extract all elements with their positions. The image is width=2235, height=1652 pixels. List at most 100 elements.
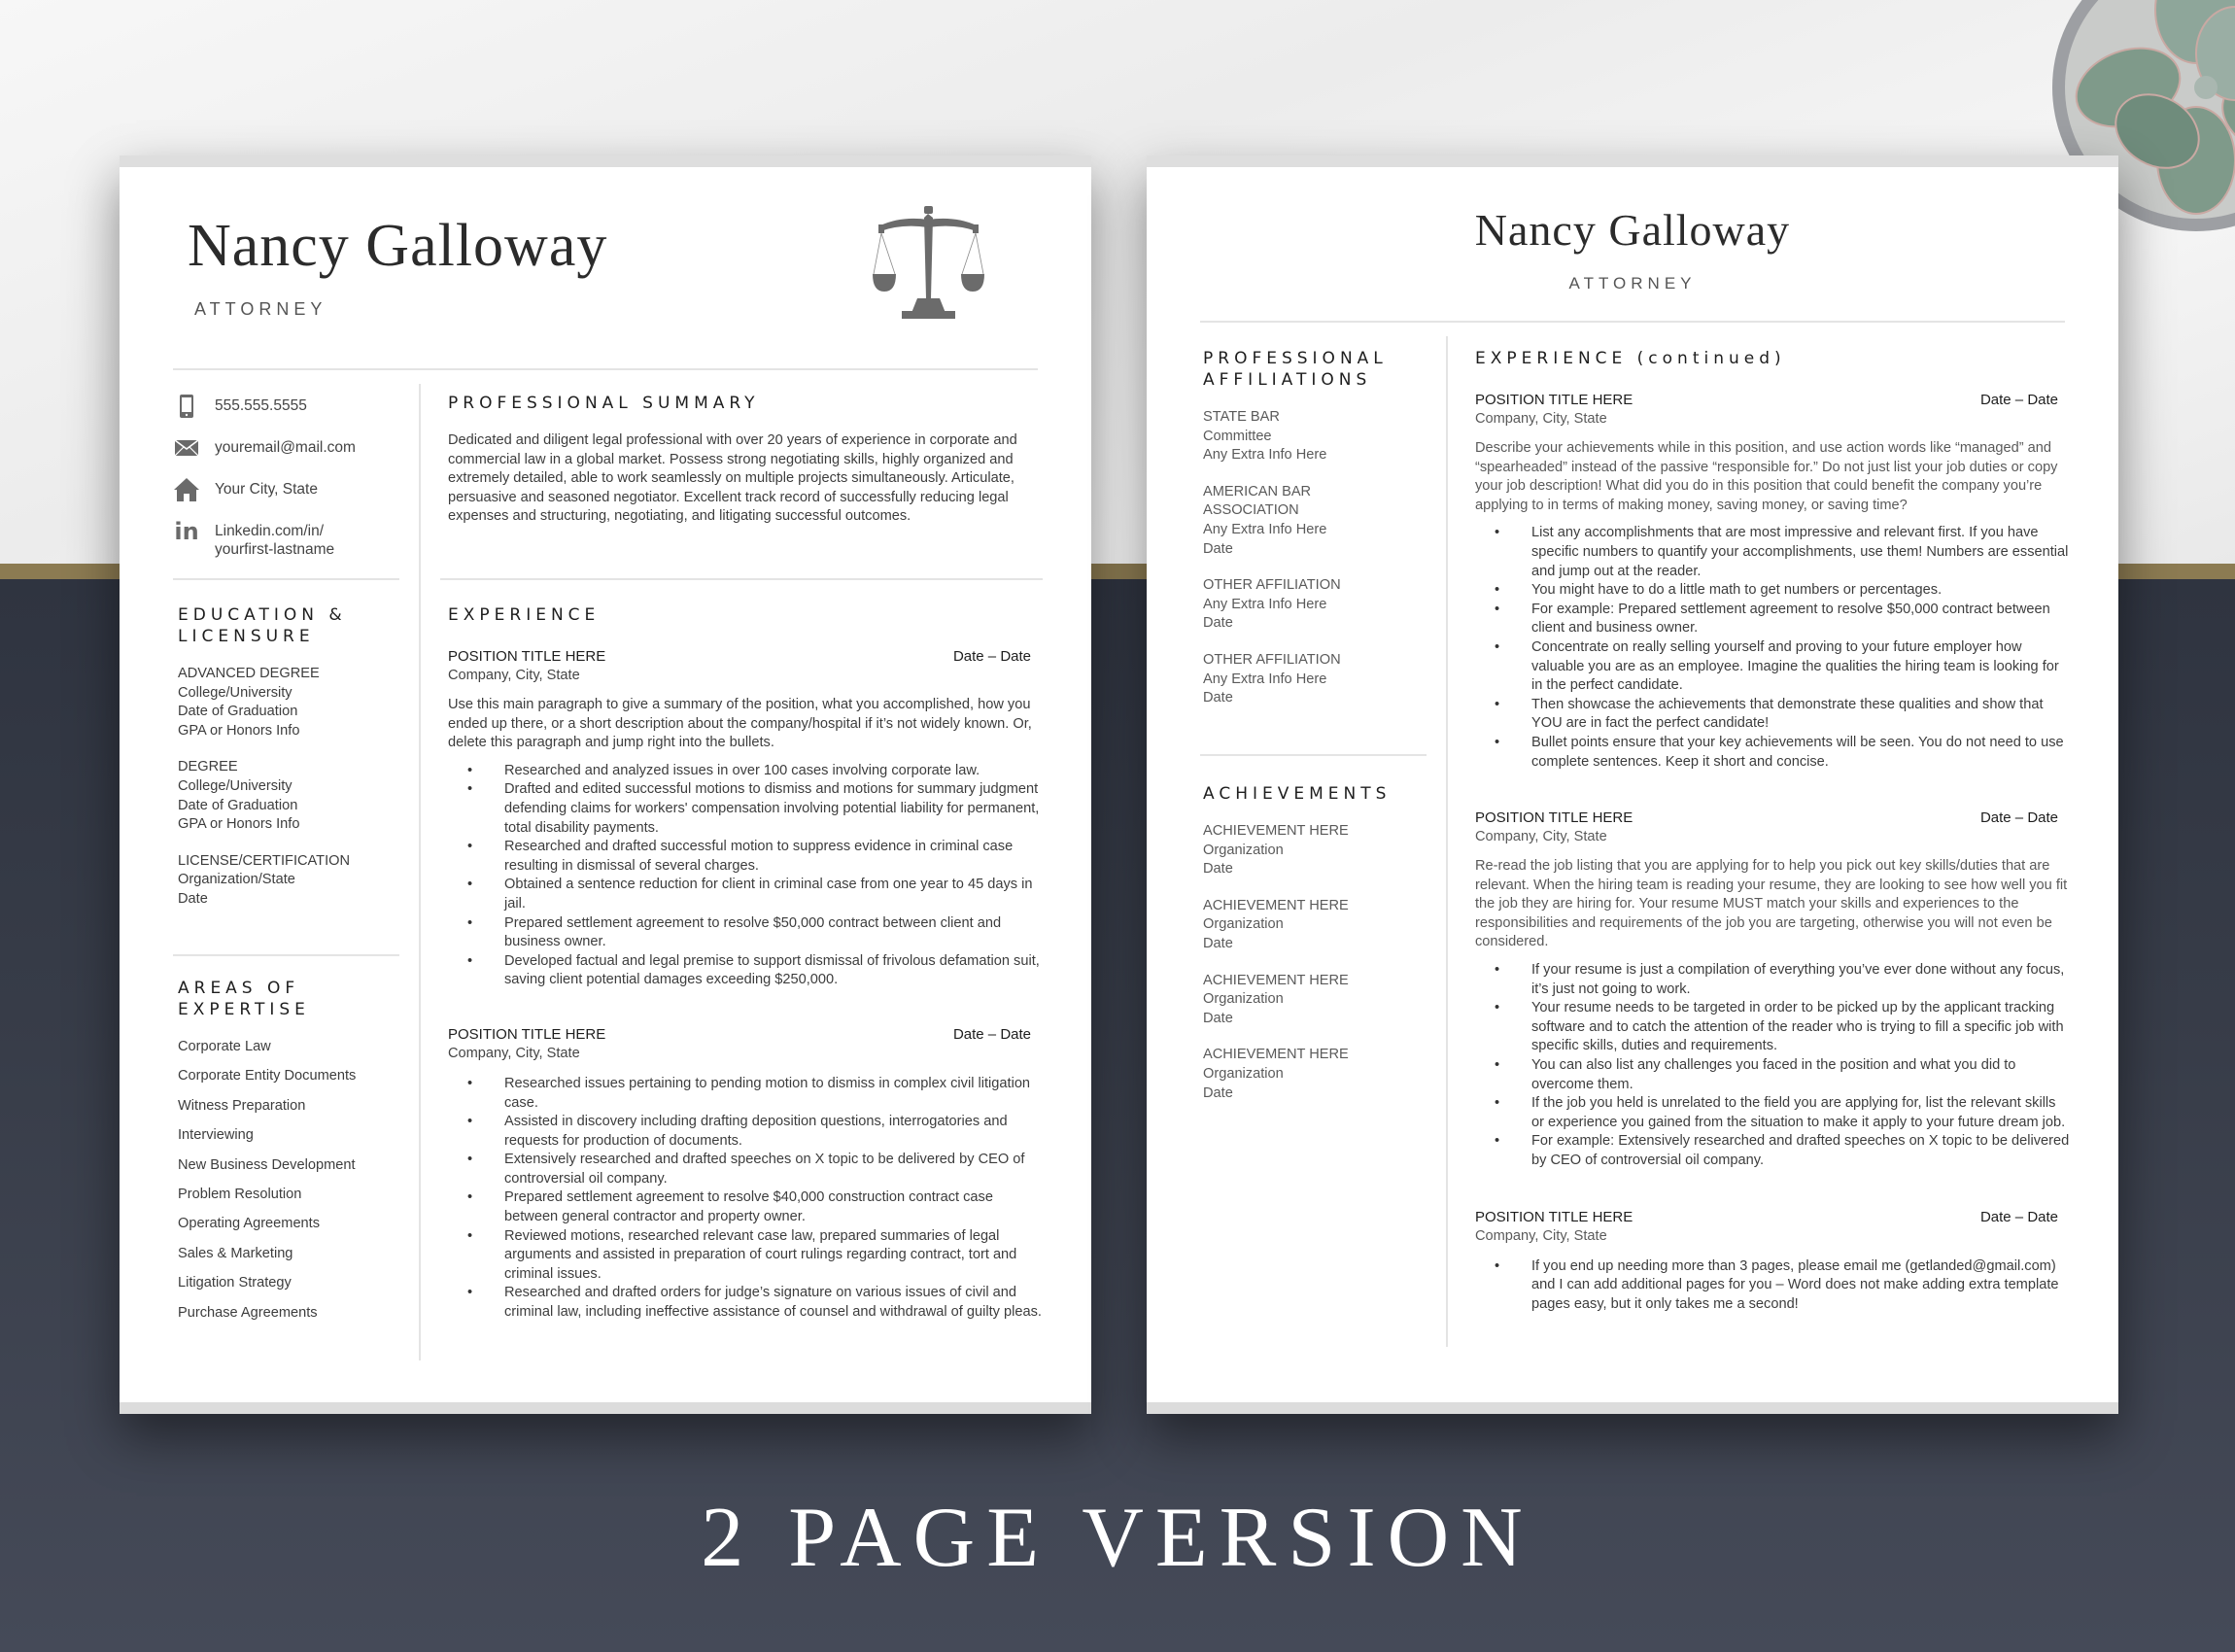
achievements-section: ACHIEVEMENTS ACHIEVEMENT HERE Organizati… (1203, 783, 1417, 1103)
candidate-name: Nancy Galloway (1474, 205, 1791, 255)
expertise-item: Sales & Marketing (178, 1245, 293, 1261)
job-dates: Date – Date (952, 648, 1031, 665)
header-divider (1200, 321, 2065, 323)
contact-phone: 555.555.5555 (174, 394, 388, 419)
achievement-entry: ACHIEVEMENT HERE Organization Date (1203, 897, 1349, 951)
bullet-item: Obtained a sentence reduction for client… (467, 876, 1043, 913)
expertise-heading: AREAS OF EXPERTISE (178, 979, 310, 1019)
job-entry: POSITION TITLE HERE Date – Date Company, … (1475, 809, 2070, 1171)
job-summary: Re-read the job listing that you are app… (1475, 858, 2068, 950)
affiliation-entry: STATE BAR Committee Any Extra Info Here (1203, 409, 1327, 464)
home-icon (174, 477, 199, 502)
job-bullets: If you end up needing more than 3 pages,… (1475, 1257, 2070, 1315)
summary-text: Dedicated and diligent legal professiona… (448, 432, 1017, 525)
email-address: youremail@mail.com (215, 439, 356, 456)
bullet-item: You can also list any challenges you fac… (1495, 1056, 2070, 1094)
job-dates: Date – Date (952, 1025, 1031, 1043)
education-entry: ADVANCED DEGREE College/University Date … (178, 666, 320, 739)
bullet-item: Researched and drafted orders for judge’… (467, 1284, 1043, 1322)
experience-continued-section: EXPERIENCE (continued) POSITION TITLE HE… (1475, 348, 2070, 1314)
job-title: POSITION TITLE HERE (1475, 809, 1633, 827)
job-entry: POSITION TITLE HERE Date – Date Company, … (1475, 1208, 2070, 1315)
sidebar-divider (173, 954, 399, 956)
mail-icon (174, 435, 199, 461)
candidate-name: Nancy Galloway (188, 213, 608, 279)
education-heading: EDUCATION & LICENSURE (178, 605, 347, 646)
sidebar-divider (1200, 754, 1427, 756)
job-company: Company, City, State (1475, 1227, 1607, 1244)
expertise-item: Corporate Law (178, 1039, 271, 1054)
achievement-entry: ACHIEVEMENT HERE Organization Date (1203, 972, 1349, 1026)
expertise-item: New Business Development (178, 1156, 356, 1173)
bullet-item: For example: Prepared settlement agreeme… (1495, 601, 2070, 638)
job-company: Company, City, State (448, 1045, 580, 1061)
experience-section: EXPERIENCE POSITION TITLE HERE Date – Dat… (448, 604, 1043, 1323)
summary-heading: PROFESSIONAL SUMMARY (448, 394, 760, 413)
job-title: POSITION TITLE HERE (1475, 392, 1633, 408)
job-bullets: If your resume is just a compilation of … (1475, 961, 2070, 1171)
phone-icon (174, 394, 199, 419)
education-section: EDUCATION & LICENSURE ADVANCED DEGREE Col… (178, 604, 392, 910)
experience-heading: EXPERIENCE (448, 605, 601, 625)
summary-section: PROFESSIONAL SUMMARY Dedicated and dilig… (448, 393, 1043, 527)
bullet-item: Developed factual and legal premise to s… (467, 952, 1043, 990)
candidate-title: ATTORNEY (194, 299, 327, 319)
job-entry: POSITION TITLE HERE Date – Date Company, … (448, 647, 1043, 990)
expertise-item: Witness Preparation (178, 1097, 306, 1114)
job-bullets: Researched issues pertaining to pending … (448, 1075, 1043, 1323)
contact-email: youremail@mail.com (174, 435, 388, 461)
experience-heading: EXPERIENCE (continued) (1475, 349, 1786, 368)
bullet-item: You might have to do a little math to ge… (1495, 581, 2070, 601)
job-dates: Date – Date (1979, 1208, 2058, 1225)
job-summary: Use this main paragraph to give a summar… (448, 697, 1032, 751)
resume-page-2: Nancy Galloway ATTORNEY PROFESSIONAL AFFI… (1147, 155, 2118, 1414)
affiliations-heading: PROFESSIONAL AFFILIATIONS (1203, 349, 1388, 390)
sidebar-divider (173, 578, 399, 580)
linkedin-icon: in (174, 518, 199, 545)
bullet-item: Researched issues pertaining to pending … (467, 1075, 1043, 1113)
bullet-item: Researched and drafted successful motion… (467, 838, 1043, 876)
job-entry: POSITION TITLE HERE Date – Date Company, … (1475, 391, 2070, 772)
linkedin-url: Linkedin.com/in/ yourfirst-lastname (215, 523, 335, 558)
achievement-entry: ACHIEVEMENT HERE Organization Date (1203, 823, 1349, 878)
job-entry: POSITION TITLE HERE Date – Date Company, … (448, 1025, 1043, 1323)
bullet-item: For example: Extensively researched and … (1495, 1132, 2070, 1170)
bullet-item: If the job you held is unrelated to the … (1495, 1094, 2070, 1132)
job-title: POSITION TITLE HERE (448, 1025, 606, 1043)
bullet-item: Your resume needs to be targeted in orde… (1495, 999, 2070, 1056)
bullet-item: Bullet points ensure that your key achie… (1495, 734, 2070, 772)
section-divider (440, 578, 1043, 580)
expertise-item: Purchase Agreements (178, 1304, 318, 1321)
job-company: Company, City, State (1475, 411, 1607, 427)
candidate-title: ATTORNEY (1568, 274, 1697, 293)
expertise-item: Interviewing (178, 1127, 254, 1144)
bullet-item: Concentrate on really selling yourself a… (1495, 638, 2070, 696)
expertise-item: Litigation Strategy (178, 1275, 292, 1291)
expertise-item: Operating Agreements (178, 1216, 321, 1232)
version-caption: 2 PAGE VERSION (701, 1491, 1534, 1585)
contact-linkedin: in Linkedin.com/in/ yourfirst-lastname (174, 518, 388, 559)
bullet-item: Then showcase the achievements that demo… (1495, 696, 2070, 734)
resume-page-1: Nancy Galloway ATTORNEY 555.555.5555 you… (120, 155, 1091, 1414)
expertise-list: Corporate Law Corporate Entity Documents… (178, 1038, 392, 1323)
job-bullets: Researched and analyzed issues in over 1… (448, 762, 1043, 990)
bullet-item: Prepared settlement agreement to resolve… (467, 914, 1043, 952)
expertise-item: Problem Resolution (178, 1186, 302, 1202)
bullet-item: Assisted in discovery including drafting… (467, 1113, 1043, 1151)
achievement-entry: ACHIEVEMENT HERE Organization Date (1203, 1047, 1349, 1101)
affiliation-entry: OTHER AFFILIATION Any Extra Info Here Da… (1203, 577, 1341, 632)
job-dates: Date – Date (1979, 392, 2058, 408)
job-dates: Date – Date (1979, 809, 2058, 827)
affiliations-section: PROFESSIONAL AFFILIATIONS STATE BAR Commi… (1203, 348, 1417, 708)
bullet-item: List any accomplishments that are most i… (1495, 524, 2070, 581)
education-entry: DEGREE College/University Date of Gradua… (178, 759, 300, 833)
job-title: POSITION TITLE HERE (1475, 1208, 1633, 1225)
bullet-item: Prepared settlement agreement to resolve… (467, 1188, 1043, 1226)
scales-of-justice-icon (873, 206, 984, 319)
phone-number: 555.555.5555 (215, 397, 307, 414)
bullet-item: Researched and analyzed issues in over 1… (467, 762, 1043, 781)
bullet-item: Drafted and edited successful motions to… (467, 780, 1043, 838)
job-summary: Describe your achievements while in this… (1475, 440, 2058, 513)
job-company: Company, City, State (1475, 829, 1607, 845)
column-divider (1446, 336, 1448, 1347)
